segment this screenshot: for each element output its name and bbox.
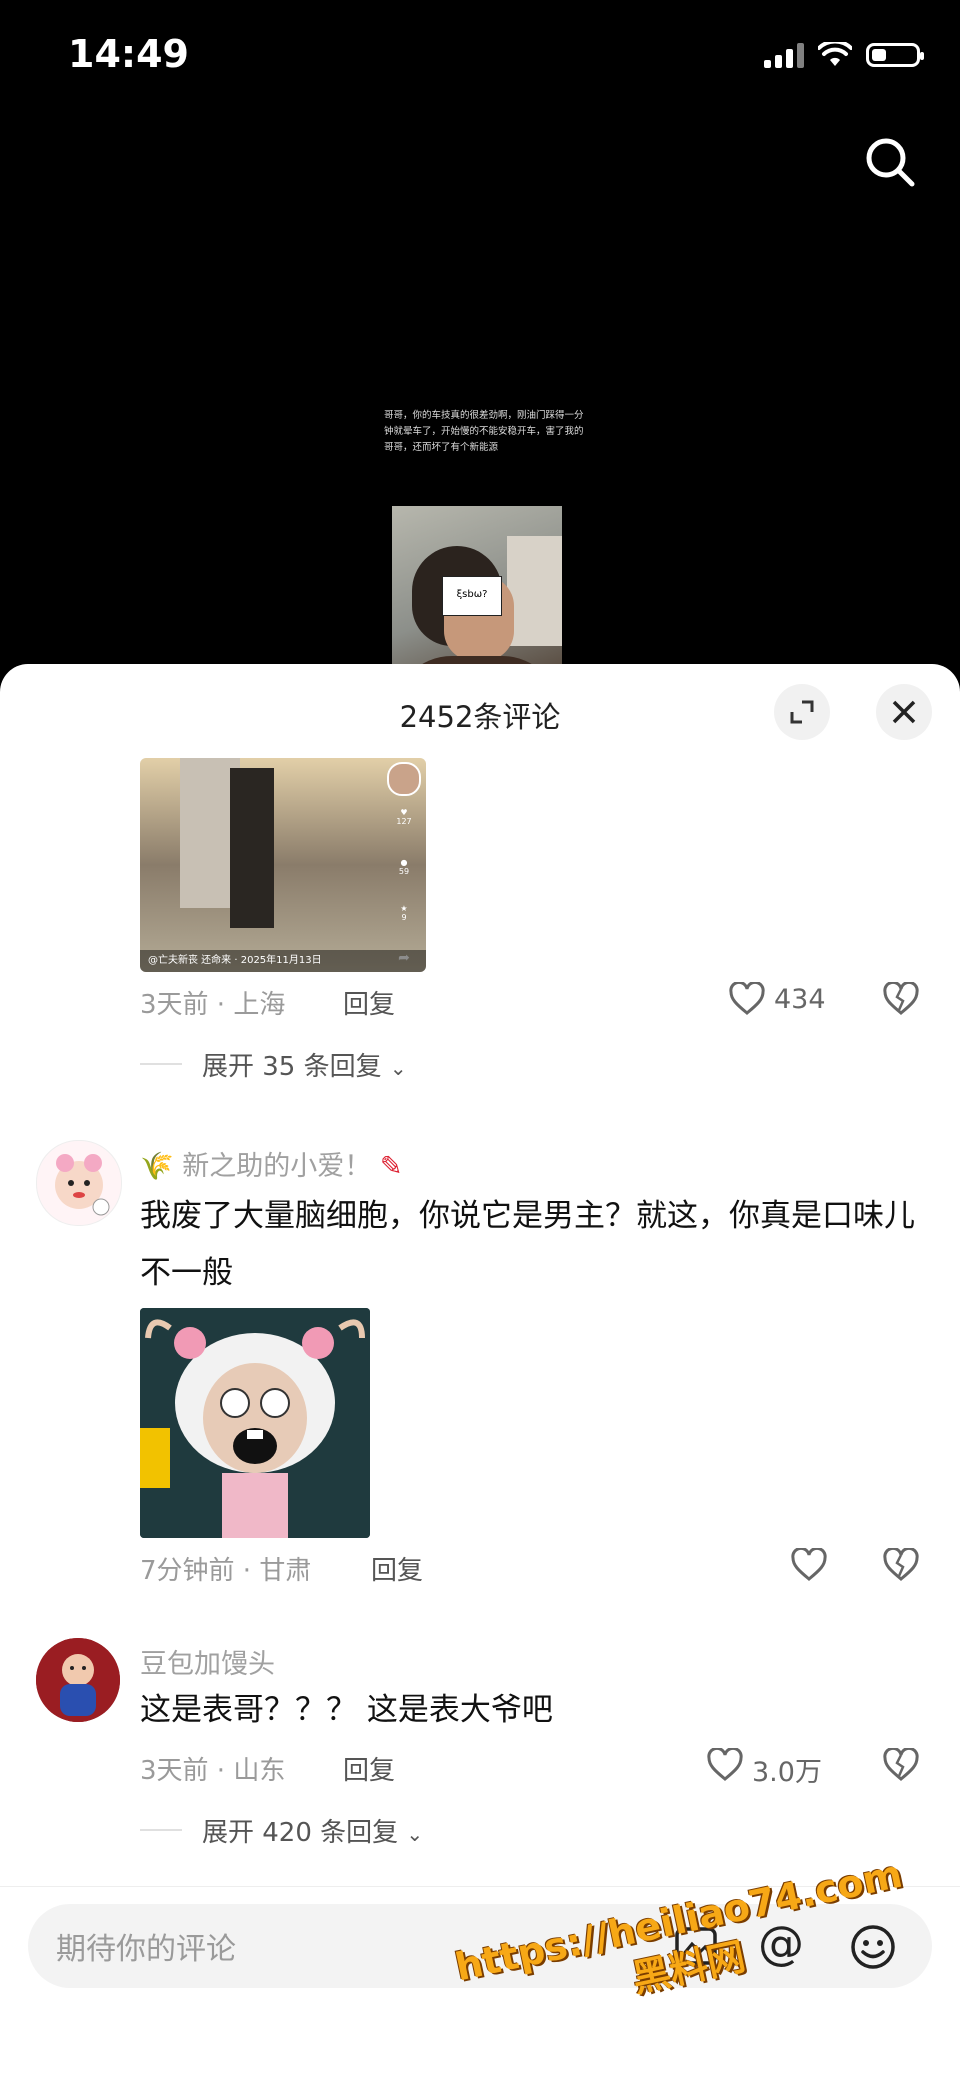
username-text: 新之助的小爱！ xyxy=(182,1151,372,1182)
sheep-sticker-icon xyxy=(140,1308,370,1538)
video-caption: 哥哥，你的车技真的很差劲啊，刚油门踩得一分钟就晕车了，开始慢的不能安稳开车，害了… xyxy=(384,410,584,453)
status-icons xyxy=(764,42,924,68)
expand-replies-label: 展开 420 条回复 xyxy=(202,1818,399,1848)
close-icon xyxy=(892,700,916,724)
like-count: 434 xyxy=(774,984,826,1015)
comment-text: 我废了大量脑细胞，你说它是男主？就这，你真是口味儿不一般 xyxy=(140,1198,915,1291)
comment-text: 这是表哥？？？ 这是表大爷吧 xyxy=(140,1692,553,1728)
comment-sheet: 2452条评论 ♥ 127 ● 59 ★ 9 ➦ @亡夫新丧 还命来 · 202… xyxy=(0,664,960,2078)
heart-outline-icon xyxy=(791,1546,827,1581)
background-building xyxy=(507,536,562,646)
comment-video-thumbnail[interactable]: ♥ 127 ● 59 ★ 9 ➦ @亡夫新丧 还命来 · 2025年11月13日 xyxy=(140,758,426,972)
thumb-star-count: 9 xyxy=(401,913,407,922)
expand-divider xyxy=(140,1829,182,1831)
expand-sheet-button[interactable] xyxy=(774,684,830,740)
chevron-down-icon: ⌄ xyxy=(406,1822,424,1846)
reply-button[interactable]: 回复 xyxy=(343,984,395,1021)
expand-divider xyxy=(140,1063,182,1065)
like-count: 3.0万 xyxy=(752,1757,822,1788)
comment-icon: ● xyxy=(400,858,408,867)
heart-icon: ♥ xyxy=(400,808,408,817)
thumb-comment-count: 59 xyxy=(398,867,410,876)
chevron-down-icon: ⌄ xyxy=(389,1056,407,1080)
expand-replies-button[interactable]: 展开 420 条回复 ⌄ xyxy=(202,1812,423,1849)
avatar[interactable] xyxy=(36,1140,122,1226)
thumb-like-count: 127 xyxy=(396,817,412,826)
face-mask-sticker: ξsbω? xyxy=(442,576,502,616)
baby-avatar-icon xyxy=(36,1638,120,1722)
like-button[interactable] xyxy=(728,980,766,1020)
broken-heart-icon xyxy=(883,1546,919,1581)
cartoon-avatar-icon xyxy=(55,1154,110,1216)
wifi-icon xyxy=(818,42,852,66)
comment-meta: 3天前 · 上海 xyxy=(140,990,286,1020)
reply-button[interactable]: 回复 xyxy=(371,1550,423,1587)
dislike-button[interactable] xyxy=(882,980,920,1020)
crayon-icon: ✎ xyxy=(379,1151,403,1182)
thumb-side-actions: ♥ 127 ● 59 ★ 9 ➦ xyxy=(382,758,426,972)
heart-outline-icon xyxy=(729,980,765,1015)
thumb-avatar xyxy=(387,762,421,796)
like-button[interactable] xyxy=(790,1546,828,1586)
status-time: 14:49 xyxy=(68,32,189,76)
broken-heart-icon xyxy=(883,980,919,1015)
expand-icon xyxy=(790,700,814,724)
star-icon: ★ xyxy=(400,904,408,913)
comment-input[interactable]: 期待你的评论 xyxy=(56,1924,236,1968)
heart-outline-icon xyxy=(707,1746,743,1781)
watermark-logo: https://heiliao74.com 黑料网 xyxy=(451,1850,916,2039)
comment-username[interactable]: 🌾 新之助的小爱！ ✎ xyxy=(140,1144,402,1183)
comment-meta: 3天前 · 山东 xyxy=(140,1756,286,1786)
thumb-figure-dark xyxy=(230,768,274,928)
reply-button[interactable]: 回复 xyxy=(343,1750,395,1787)
dislike-button[interactable] xyxy=(882,1746,920,1786)
expand-replies-label: 展开 35 条回复 xyxy=(202,1052,382,1082)
battery-icon xyxy=(866,43,924,67)
expand-replies-button[interactable]: 展开 35 条回复 ⌄ xyxy=(202,1046,407,1083)
status-bar: 14:49 xyxy=(0,0,960,120)
broken-heart-icon xyxy=(883,1746,919,1781)
video-player[interactable]: 哥哥，你的车技真的很差劲啊，刚油门踩得一分钟就晕车了，开始慢的不能安稳开车，害了… xyxy=(0,120,960,786)
rice-plant-icon: 🌾 xyxy=(140,1151,174,1182)
avatar[interactable] xyxy=(36,1638,120,1722)
signal-icon xyxy=(764,42,804,68)
dislike-button[interactable] xyxy=(882,1546,920,1586)
sheet-header: 2452条评论 xyxy=(0,664,960,764)
comment-meta: 7分钟前 · 甘肃 xyxy=(140,1556,312,1586)
comment-sticker-image[interactable] xyxy=(140,1308,370,1538)
thumb-footer: @亡夫新丧 还命来 · 2025年11月13日 xyxy=(140,950,426,972)
comment-username[interactable]: 豆包加馒头 xyxy=(140,1642,275,1681)
close-button[interactable] xyxy=(876,684,932,740)
like-button[interactable] xyxy=(706,1746,744,1786)
